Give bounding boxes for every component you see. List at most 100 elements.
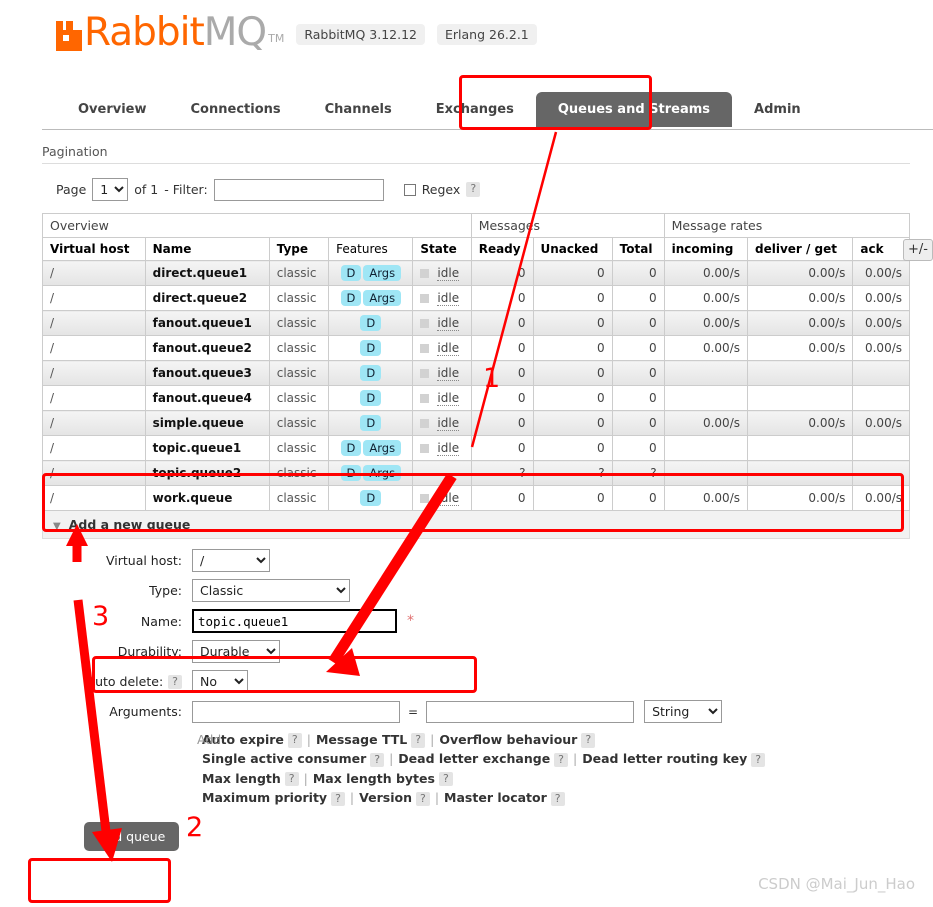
cell-ready: 0 (470, 335, 534, 361)
preset-message-ttl[interactable]: Message TTL (316, 732, 407, 747)
tab-channels[interactable]: Channels (303, 92, 414, 127)
type-select[interactable]: Classic (192, 579, 350, 602)
add-queue-button[interactable]: Add queue (84, 821, 180, 851)
cell-incoming (663, 435, 748, 461)
column-header-deliver-get[interactable]: deliver / get (746, 237, 854, 261)
preset-single-active-consumer[interactable]: Single active consumer (202, 751, 366, 766)
regex-checkbox[interactable] (403, 183, 416, 196)
cell-virtual-host: / (42, 285, 146, 311)
feature-badge-d: D (340, 440, 362, 456)
column-header-type[interactable]: Type (268, 237, 330, 261)
preset-dead-letter-routing-key[interactable]: Dead letter routing key (582, 751, 747, 766)
cell-state: idle (412, 410, 472, 436)
regex-help-icon[interactable]: ? (466, 182, 481, 197)
table-row[interactable]: / fanout.queue2 classic Didle 0 0 0 0.00/s 0.00/… (42, 335, 910, 361)
preset-master-locator[interactable]: Master locator (444, 790, 547, 805)
rabbitmq-logo[interactable]: Rabbit MQ TM (56, 10, 284, 55)
column-header-ack[interactable]: ack (852, 237, 910, 261)
argument-key-input[interactable] (192, 700, 400, 723)
preset-help-icon[interactable]: ? (550, 791, 565, 806)
cell-features: D Args (328, 435, 414, 461)
preset-help-icon[interactable]: ? (554, 752, 569, 767)
tab-overview[interactable]: Overview (56, 92, 169, 127)
table-row[interactable]: / topic.queue2 classic D Args??? (42, 460, 910, 486)
preset-version[interactable]: Version (359, 790, 412, 805)
preset-help-icon[interactable]: ? (581, 733, 596, 748)
page-select[interactable]: 1 (92, 178, 129, 201)
table-row[interactable]: / fanout.queue1 classic Didle 0 0 0 0.00/s 0.00/… (42, 310, 910, 336)
table-row[interactable]: / direct.queue1 classic D Args idle 0 0 0 0.00/s 0… (42, 260, 910, 286)
cell-features: D (328, 310, 414, 336)
preset-max-length[interactable]: Max length (202, 771, 281, 786)
table-row[interactable]: / fanout.queue3 classic Didle 0 0 0 (42, 360, 910, 386)
column-header-state[interactable]: State (412, 237, 472, 261)
add-queue-header[interactable]: ▼ Add a new queue (42, 511, 910, 539)
tab-exchanges[interactable]: Exchanges (414, 92, 536, 127)
virtual-host-select[interactable]: / (192, 549, 270, 572)
collapse-triangle-icon[interactable]: ▼ (53, 521, 61, 532)
preset-help-icon[interactable]: ? (751, 752, 766, 767)
cell-type: classic (268, 460, 330, 486)
table-row[interactable]: / work.queue classic Didle 0 0 0 0.00/s 0.00/s 0.… (42, 485, 910, 511)
column-header-total[interactable]: Total (611, 237, 665, 261)
preset-help-icon[interactable]: ? (287, 733, 302, 748)
cell-virtual-host: / (42, 460, 146, 486)
cell-queue-name[interactable]: simple.queue (144, 410, 270, 436)
preset-help-icon[interactable]: ? (438, 772, 453, 787)
column-header-ready[interactable]: Ready (470, 237, 534, 261)
preset-overflow-behaviour[interactable]: Overflow behaviour (439, 732, 577, 747)
tab-queues-and-streams[interactable]: Queues and Streams (535, 92, 733, 127)
column-header-virtual-host[interactable]: Virtual host (42, 237, 146, 261)
cell-state: idle (412, 260, 472, 286)
cell-queue-name[interactable]: direct.queue1 (144, 260, 270, 286)
preset-help-icon[interactable]: ? (411, 733, 426, 748)
preset-max-length-bytes[interactable]: Max length bytes (313, 771, 435, 786)
toggle-columns-button[interactable]: +/- (903, 239, 933, 261)
tab-connections[interactable]: Connections (169, 92, 303, 127)
cell-queue-name[interactable]: fanout.queue4 (144, 385, 270, 411)
table-row[interactable]: / direct.queue2 classic D Args idle 0 0 0 0.00/s 0… (42, 285, 910, 311)
durability-select[interactable]: Durable (192, 640, 280, 663)
state-indicator-icon (420, 294, 430, 303)
column-header-unacked[interactable]: Unacked (532, 237, 613, 261)
preset-help-icon[interactable]: ? (370, 752, 385, 767)
logo-text-rabbit: Rabbit (84, 10, 205, 55)
preset-maximum-priority[interactable]: Maximum priority (202, 790, 327, 805)
preset-help-icon[interactable]: ? (284, 772, 299, 787)
column-header-incoming[interactable]: incoming (663, 237, 748, 261)
argument-type-select[interactable]: String (644, 700, 723, 723)
queue-name-input[interactable] (192, 609, 397, 633)
preset-dead-letter-exchange[interactable]: Dead letter exchange (398, 751, 550, 766)
auto-delete-help-icon[interactable]: ? (168, 675, 182, 690)
table-row[interactable]: / topic.queue1 classic D Args idle 0 0 0 (42, 435, 910, 461)
name-required-marker: * (407, 613, 414, 629)
form-row-name: Name: * (42, 609, 910, 633)
argument-value-input[interactable] (426, 700, 635, 723)
preset-row: Maximum priority ? | Version ? | Master loca… (202, 788, 910, 807)
cell-features: D (328, 485, 414, 511)
column-header-name[interactable]: Name (144, 237, 270, 261)
group-header-message-rates: Message rates (663, 213, 911, 238)
cell-queue-name[interactable]: fanout.queue3 (144, 360, 270, 386)
form-row-durability: Durability: Durable (42, 640, 910, 663)
cell-total: 0 (611, 360, 665, 386)
table-row[interactable]: / simple.queue classic Didle 0 0 0 0.00/s 0.00/s… (42, 410, 910, 436)
auto-delete-select[interactable]: No (192, 670, 248, 693)
tab-admin[interactable]: Admin (732, 92, 823, 127)
cell-queue-name[interactable]: fanout.queue2 (144, 335, 270, 361)
filter-input[interactable] (213, 178, 384, 201)
preset-help-icon[interactable]: ? (415, 791, 430, 806)
cell-queue-name[interactable]: direct.queue2 (144, 285, 270, 311)
table-row[interactable]: / fanout.queue4 classic Didle 0 0 0 (42, 385, 910, 411)
cell-queue-name[interactable]: fanout.queue1 (144, 310, 270, 336)
preset-help-icon[interactable]: ? (331, 791, 345, 806)
cell-queue-name[interactable]: topic.queue1 (144, 435, 270, 461)
cell-unacked: 0 (532, 360, 613, 386)
state-text: idle (437, 266, 460, 281)
cell-features: D (328, 385, 414, 411)
cell-queue-name[interactable]: work.queue (144, 485, 270, 511)
add-argument-link[interactable]: Add (197, 732, 221, 747)
cell-queue-name[interactable]: topic.queue2 (144, 460, 270, 486)
cell-deliver-get: 0.00/s (746, 410, 854, 436)
pagination-section-label: Pagination (42, 130, 910, 164)
